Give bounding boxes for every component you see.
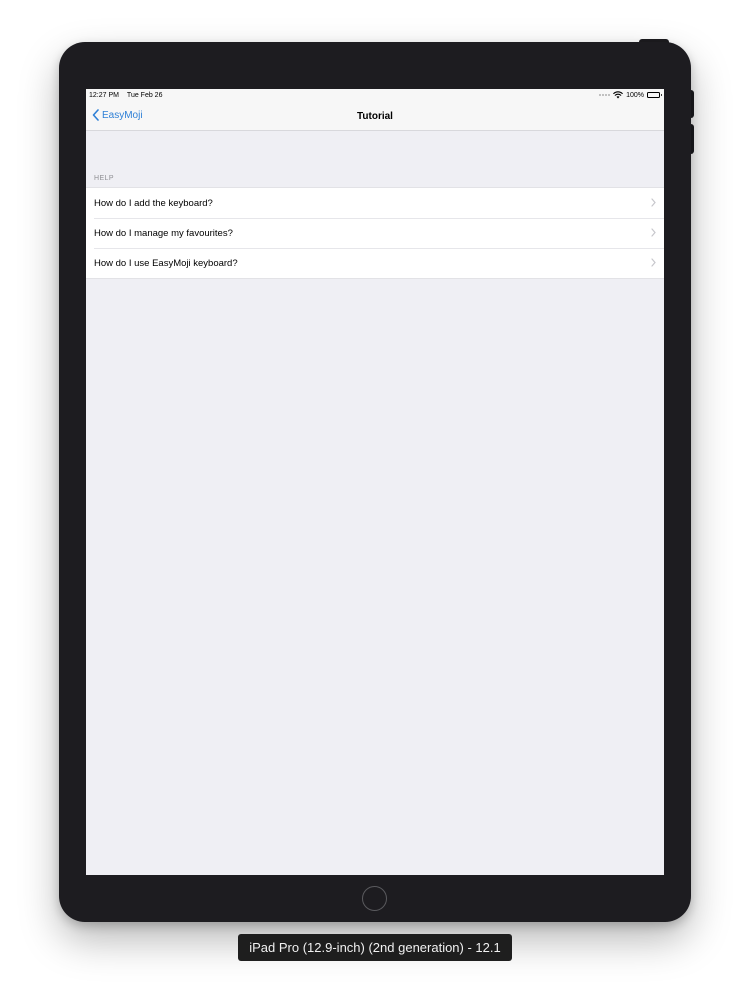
help-row-manage-favourites[interactable]: How do I manage my favourites?	[86, 218, 664, 248]
signal-dots-icon	[599, 94, 611, 96]
simulator-device-label: iPad Pro (12.9-inch) (2nd generation) - …	[238, 934, 512, 961]
status-date: Tue Feb 26	[126, 92, 163, 99]
status-right: 100%	[599, 91, 662, 99]
home-button[interactable]	[362, 886, 387, 911]
status-time: 12:27 PM	[89, 92, 119, 99]
help-row-use-keyboard[interactable]: How do I use EasyMoji keyboard?	[86, 248, 664, 278]
help-row-add-keyboard[interactable]: How do I add the keyboard?	[86, 188, 664, 218]
status-bar: 12:27 PM Tue Feb 26 100%	[86, 89, 664, 103]
row-label: How do I manage my favourites?	[94, 227, 233, 239]
row-label: How do I add the keyboard?	[94, 197, 213, 209]
chevron-right-icon	[651, 258, 656, 267]
help-table: How do I add the keyboard? How do I mana…	[86, 187, 664, 279]
device-screen: 12:27 PM Tue Feb 26 100% EasyMoji Tutori…	[86, 89, 664, 875]
row-label: How do I use EasyMoji keyboard?	[94, 257, 238, 269]
chevron-right-icon	[651, 228, 656, 237]
status-left: 12:27 PM Tue Feb 26	[89, 92, 162, 99]
page-title: Tutorial	[357, 111, 393, 122]
battery-icon	[647, 92, 662, 98]
wifi-icon	[613, 91, 623, 99]
navigation-bar: EasyMoji Tutorial	[86, 103, 664, 131]
chevron-right-icon	[651, 198, 656, 207]
simulator-stage: 12:27 PM Tue Feb 26 100% EasyMoji Tutori…	[0, 0, 750, 1000]
battery-percent: 100%	[626, 91, 644, 99]
help-section-header: HELP	[94, 175, 114, 182]
